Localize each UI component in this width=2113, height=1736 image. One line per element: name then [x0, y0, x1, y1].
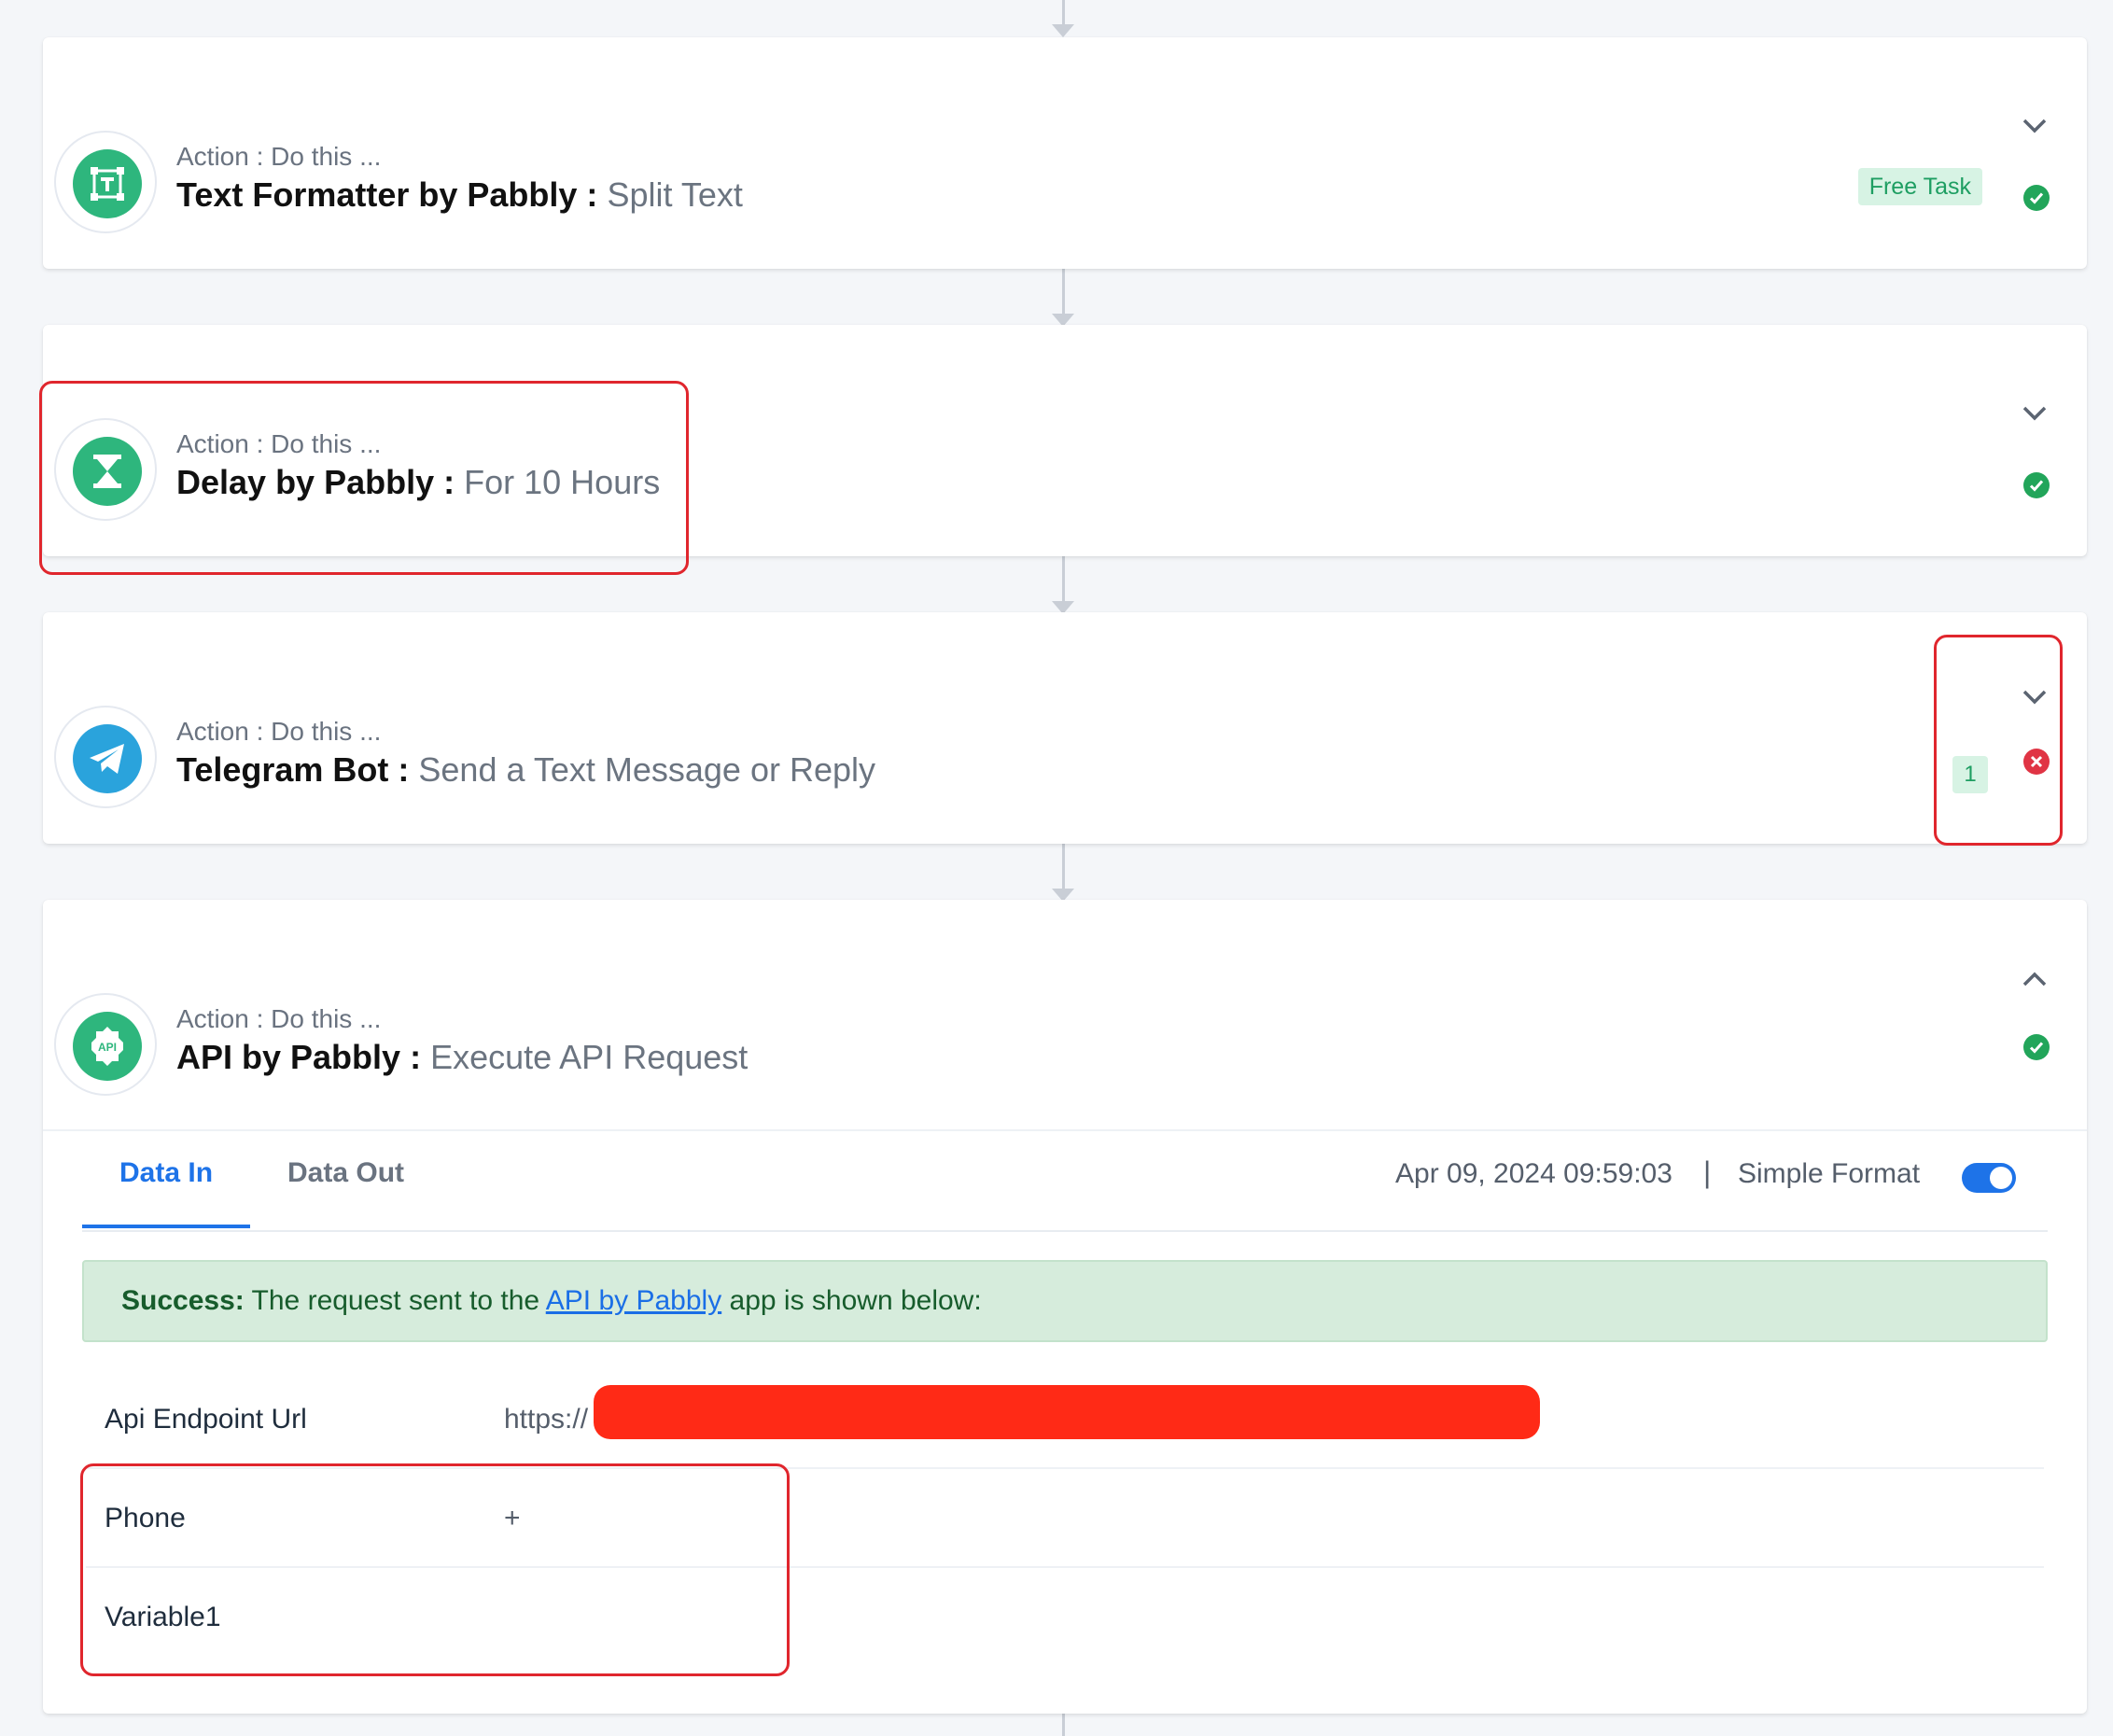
- run-timestamp: Apr 09, 2024 09:59:03: [1395, 1158, 1672, 1189]
- highlight-delay-step: [39, 381, 689, 575]
- highlight-phone-variable: [80, 1463, 790, 1676]
- step-action-name: Execute API Request: [430, 1038, 749, 1076]
- separator: |: [1703, 1155, 1712, 1189]
- api-by-pabbly-link[interactable]: API by Pabbly: [546, 1285, 721, 1316]
- connector-bottom: [1062, 1714, 1065, 1736]
- chevron-down-icon[interactable]: [2020, 110, 2050, 140]
- step-title: API by Pabbly : Execute API Request: [176, 1038, 748, 1077]
- app-icon-container: API: [54, 993, 157, 1096]
- api-icon: API: [73, 1012, 142, 1081]
- chevron-down-icon[interactable]: [2020, 398, 2050, 427]
- step-title: Text Formatter by Pabbly : Split Text: [176, 175, 743, 215]
- step-action-name: Split Text: [607, 175, 743, 214]
- redaction-bar: [594, 1385, 1540, 1439]
- step-label: Action : Do this ...: [176, 1004, 382, 1033]
- success-alert: Success: The request sent to the API by …: [82, 1260, 2048, 1342]
- chevron-up-icon[interactable]: [2020, 965, 2050, 995]
- tab-data-in[interactable]: Data In: [119, 1157, 213, 1189]
- step-app-name: Text Formatter by Pabbly :: [176, 175, 598, 214]
- simple-format-toggle[interactable]: [1962, 1163, 2016, 1193]
- free-task-badge: Free Task: [1857, 168, 1982, 205]
- svg-text:API: API: [98, 1041, 117, 1054]
- highlight-telegram-status: [1934, 635, 2063, 846]
- step-card-telegram[interactable]: Action : Do this ... Telegram Bot : Send…: [43, 612, 2087, 844]
- success-check-icon: [2023, 1034, 2050, 1060]
- alert-text-after: app is shown below:: [721, 1285, 982, 1316]
- connector-2-3: [1052, 556, 1074, 614]
- connector-1-2: [1052, 269, 1074, 327]
- toggle-knob: [1990, 1167, 2012, 1189]
- simple-format-label: Simple Format: [1738, 1158, 1921, 1189]
- app-icon-container: [54, 706, 157, 808]
- success-check-icon: [2023, 472, 2050, 498]
- alert-strong: Success:: [121, 1285, 245, 1316]
- text-formatter-icon: [73, 149, 142, 218]
- alert-text-before: The request sent to the: [244, 1285, 546, 1316]
- step-action-name: Send a Text Message or Reply: [418, 750, 875, 789]
- connector-top: [1052, 0, 1074, 37]
- telegram-icon: [73, 724, 142, 793]
- success-check-icon: [2023, 185, 2050, 211]
- step-label: Action : Do this ...: [176, 717, 382, 746]
- step-card-text-formatter[interactable]: Action : Do this ... Text Formatter by P…: [43, 37, 2087, 269]
- step-header[interactable]: Action : Do this ... Telegram Bot : Send…: [43, 612, 2087, 844]
- active-tab-indicator: [82, 1225, 250, 1228]
- row-key: Api Endpoint Url: [105, 1404, 307, 1435]
- step-header[interactable]: API Action : Do this ... API by Pabbly :…: [43, 900, 2087, 1131]
- step-title: Telegram Bot : Send a Text Message or Re…: [176, 750, 875, 790]
- step-label: Action : Do this ...: [176, 142, 382, 171]
- connector-3-4: [1052, 844, 1074, 902]
- tab-data-out[interactable]: Data Out: [287, 1157, 404, 1189]
- step-app-name: API by Pabbly :: [176, 1038, 422, 1076]
- step-header[interactable]: Action : Do this ... Text Formatter by P…: [43, 37, 2087, 269]
- app-icon-container: [54, 131, 157, 233]
- step-app-name: Telegram Bot :: [176, 750, 410, 789]
- row-value: https://: [504, 1404, 589, 1435]
